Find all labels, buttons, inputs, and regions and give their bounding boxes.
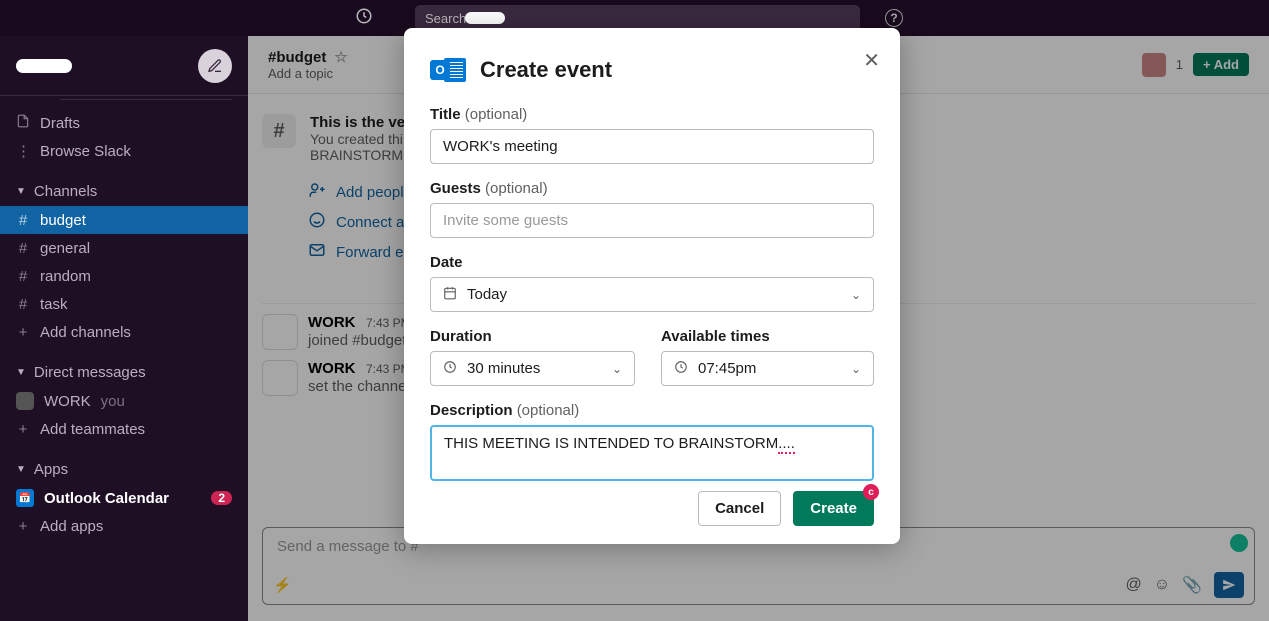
more-icon: ⋮ [16,142,30,160]
dm-you-label: you [101,393,125,410]
channels-header-label: Channels [34,183,97,200]
notification-dot-icon: c [863,484,879,500]
description-field-label: Description (optional) [430,402,874,419]
outlook-icon: O [430,52,466,88]
outlook-app-icon: 📅 [16,489,34,507]
sidebar: Drafts ⋮ Browse Slack ▼ Channels # budge… [0,36,248,621]
chevron-down-icon: ⌄ [612,362,622,376]
apps-section-header[interactable]: ▼ Apps [0,455,248,484]
caret-down-icon: ▼ [16,464,26,475]
guests-field-label: Guests (optional) [430,180,874,197]
create-event-modal: ✕ O Create event Title (optional) Guests… [404,28,900,544]
sidebar-browse[interactable]: ⋮ Browse Slack [0,137,248,165]
sidebar-browse-label: Browse Slack [40,143,131,160]
dm-header-label: Direct messages [34,364,146,381]
date-select[interactable]: Today ⌄ [430,277,874,312]
date-value: Today [467,286,507,303]
drafts-icon [16,114,30,132]
apps-header-label: Apps [34,461,68,478]
duration-field-label: Duration [430,328,635,345]
workspace-header[interactable] [0,36,248,96]
plus-icon: + [16,421,30,438]
sidebar-add-teammates[interactable]: + Add teammates [0,415,248,443]
title-field-label: Title (optional) [430,106,874,123]
sidebar-add-apps[interactable]: + Add apps [0,512,248,540]
user-avatar [16,392,34,410]
sidebar-channel-budget[interactable]: # budget [0,206,248,234]
search-label: Search [425,11,466,26]
sidebar-drafts-label: Drafts [40,115,80,132]
calendar-icon [443,286,457,303]
notification-badge: 2 [211,491,232,505]
title-label-text: Title [430,106,461,123]
hash-icon: # [16,212,30,229]
caret-down-icon: ▼ [16,186,26,197]
hash-icon: # [16,240,30,257]
sidebar-dm-work[interactable]: WORK you [0,387,248,415]
times-field-label: Available times [661,328,874,345]
hash-icon: # [16,296,30,313]
sidebar-channel-task[interactable]: # task [0,290,248,318]
title-optional-text: (optional) [465,106,528,123]
add-teammates-label: Add teammates [40,421,145,438]
search-redaction [465,12,505,24]
outlook-app-label: Outlook Calendar [44,490,169,507]
channels-section-header[interactable]: ▼ Channels [0,177,248,206]
hash-icon: # [16,268,30,285]
times-select[interactable]: 07:45pm ⌄ [661,351,874,386]
history-icon[interactable] [355,7,373,30]
dm-section-header[interactable]: ▼ Direct messages [0,358,248,387]
cancel-button[interactable]: Cancel [698,491,781,526]
compose-button[interactable] [198,49,232,83]
clock-icon [443,360,457,377]
sidebar-channel-general[interactable]: # general [0,234,248,262]
description-spellcheck: .... [778,435,795,454]
description-label-text: Description [430,402,513,419]
description-input[interactable]: THIS MEETING IS INTENDED TO BRAINSTORM..… [432,427,872,479]
sidebar-drafts[interactable]: Drafts [0,109,248,137]
description-text: THIS MEETING IS INTENDED TO BRAINSTORM [444,435,778,452]
sidebar-app-outlook[interactable]: 📅 Outlook Calendar 2 [0,484,248,512]
chevron-down-icon: ⌄ [851,362,861,376]
add-channels-label: Add channels [40,324,131,341]
create-button[interactable]: Create c [793,491,874,526]
guests-optional-text: (optional) [485,180,548,197]
channel-label: general [40,240,90,257]
clock-icon [674,360,688,377]
close-button[interactable]: ✕ [863,48,880,73]
caret-down-icon: ▼ [16,367,26,378]
plus-icon: + [16,324,30,341]
sidebar-add-channels[interactable]: + Add channels [0,318,248,346]
date-field-label: Date [430,254,874,271]
sidebar-channel-random[interactable]: # random [0,262,248,290]
chevron-down-icon: ⌄ [851,288,861,302]
channel-label: random [40,268,91,285]
guests-input[interactable] [430,203,874,238]
guests-label-text: Guests [430,180,481,197]
channel-label: budget [40,212,86,229]
description-optional-text: (optional) [517,402,580,419]
help-icon[interactable]: ? [885,9,903,27]
add-apps-label: Add apps [40,518,103,535]
plus-icon: + [16,518,30,535]
workspace-name-redacted [16,59,72,73]
channel-label: task [40,296,68,313]
duration-value: 30 minutes [467,360,540,377]
modal-title: Create event [480,57,612,83]
times-value: 07:45pm [698,360,756,377]
duration-select[interactable]: 30 minutes ⌄ [430,351,635,386]
create-button-label: Create [810,500,857,517]
title-input[interactable] [430,129,874,164]
dm-user-label: WORK [44,393,91,410]
